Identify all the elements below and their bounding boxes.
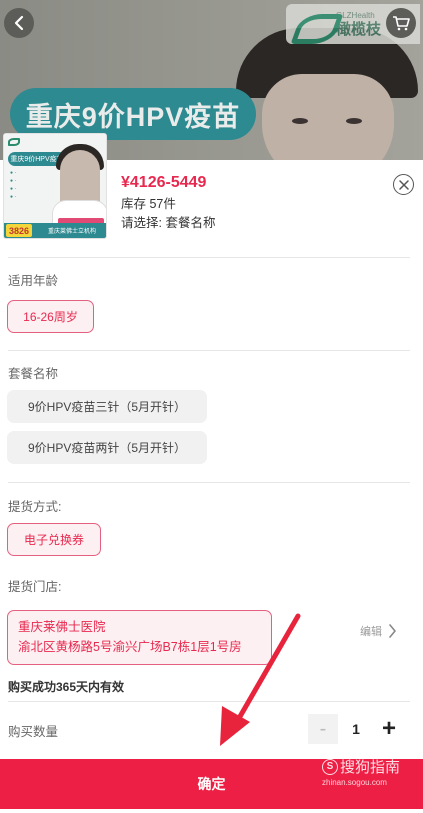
store-section-label: 提货门店: [8, 580, 62, 594]
banner-model-face [262, 74, 394, 160]
chevron-left-icon [14, 15, 24, 31]
store-card[interactable]: 重庆莱佛士医院 渝北区黄杨路5号渝兴广场B7栋1层1号房 [7, 610, 272, 665]
cart-button[interactable] [386, 8, 416, 38]
close-icon [398, 179, 409, 190]
banner-title: 重庆9价HPV疫苗 [25, 101, 241, 132]
divider [8, 350, 410, 351]
watermark-brand: 搜狗指南 [340, 759, 401, 776]
package-option-three-dose[interactable]: 9价HPV疫苗三针（5月开针） [7, 390, 207, 423]
divider [8, 701, 410, 702]
banner-model-eye [292, 118, 308, 124]
quantity-value[interactable]: 1 [338, 714, 374, 744]
stock-count: 库存 57件 [121, 197, 176, 211]
selection-hint: 请选择: 套餐名称 [121, 216, 216, 230]
increase-quantity-button[interactable]: + [374, 714, 404, 744]
thumbnail-price-tag: 3826 [6, 224, 33, 237]
cart-icon [393, 16, 410, 31]
package-section-label: 套餐名称 [8, 367, 59, 381]
store-name: 重庆莱佛士医院 [18, 620, 106, 634]
decrease-quantity-button[interactable]: - [308, 714, 338, 744]
logo-chinese: 橄榄枝 [336, 20, 382, 38]
sku-selection-sheet: ¥4126-5449 库存 57件 请选择: 套餐名称 适用年龄 16-26周岁… [0, 160, 423, 813]
chevron-right-icon [389, 624, 396, 638]
package-option-two-dose[interactable]: 9价HPV疫苗两针（5月开针） [7, 431, 207, 464]
back-button[interactable] [4, 8, 34, 38]
sogou-watermark: S 搜狗指南 zhinan.sogou.com [322, 756, 400, 787]
divider [8, 482, 410, 483]
delivery-section-label: 提货方式: [8, 500, 62, 514]
divider [8, 257, 410, 258]
thumbnail-logo-icon [8, 138, 20, 146]
validity-note: 购买成功365天内有效 [8, 680, 125, 694]
quantity-label: 购买数量 [8, 725, 59, 739]
confirm-label: 确定 [197, 776, 226, 792]
close-button[interactable] [393, 174, 414, 195]
edit-store-link[interactable]: 编辑 [360, 623, 397, 639]
delivery-option-e-voucher[interactable]: 电子兑换券 [7, 523, 101, 556]
watermark-url: zhinan.sogou.com [322, 778, 387, 787]
edit-label: 编辑 [360, 626, 382, 638]
age-option-16-26[interactable]: 16-26周岁 [7, 300, 94, 333]
store-address: 渝北区黄杨路5号渝兴广场B7栋1层1号房 [18, 640, 242, 654]
sogou-logo-icon: S [322, 758, 338, 775]
price-range: ¥4126-5449 [121, 174, 207, 191]
quantity-stepper: - 1 + [308, 714, 404, 744]
age-section-label: 适用年龄 [8, 274, 59, 288]
leaf-logo-icon [294, 10, 330, 38]
banner-model-eye [346, 118, 362, 124]
thumbnail-store-text: 重庆莱佛士立机构 [48, 229, 97, 235]
product-thumbnail: 重庆9价HPV疫苗 · · · · 3826 重庆莱佛士立机构 [3, 133, 107, 239]
